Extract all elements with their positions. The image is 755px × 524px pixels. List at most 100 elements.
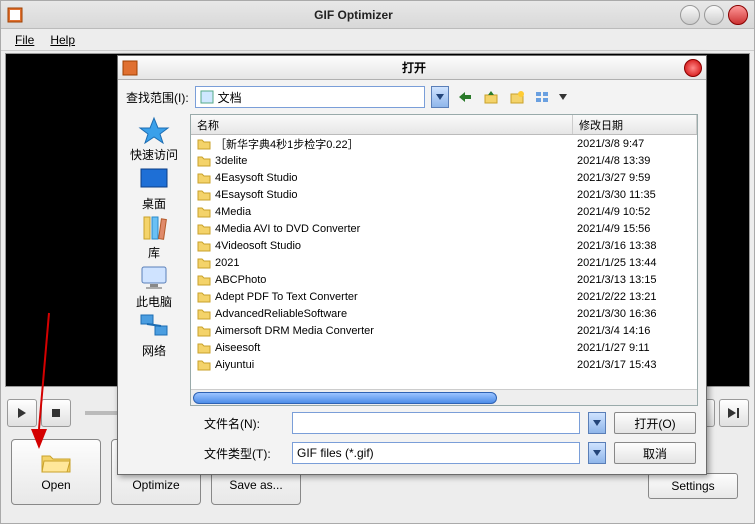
optimize-button-label: Optimize bbox=[132, 478, 179, 492]
item-date: 2021/3/16 13:38 bbox=[573, 240, 697, 252]
filetype-dropdown-button[interactable] bbox=[588, 442, 606, 464]
folder-icon bbox=[197, 240, 211, 252]
item-name: ［新华字典4秒1步检字0.22］ bbox=[215, 136, 573, 152]
filetype-combo[interactable]: GIF files (*.gif) bbox=[292, 442, 580, 464]
main-window: GIF Optimizer File Help Open Optimize bbox=[0, 0, 755, 524]
list-item[interactable]: Aiyuntui2021/3/17 15:43 bbox=[191, 356, 697, 373]
list-item[interactable]: ［新华字典4秒1步检字0.22］2021/3/8 9:47 bbox=[191, 135, 697, 152]
app-title: GIF Optimizer bbox=[31, 8, 676, 22]
window-minimize-button[interactable] bbox=[680, 5, 700, 25]
horizontal-scrollbar[interactable] bbox=[191, 389, 697, 405]
item-date: 2021/2/22 13:21 bbox=[573, 291, 697, 303]
view-menu-dropdown-icon[interactable] bbox=[559, 94, 567, 100]
item-date: 2021/4/8 13:39 bbox=[573, 155, 697, 167]
item-name: 3delite bbox=[215, 155, 573, 167]
menu-help[interactable]: Help bbox=[42, 31, 83, 49]
item-name: 4Easysoft Studio bbox=[215, 172, 573, 184]
item-date: 2021/4/9 10:52 bbox=[573, 206, 697, 218]
dialog-close-button[interactable] bbox=[684, 59, 702, 77]
list-item[interactable]: 20212021/1/25 13:44 bbox=[191, 254, 697, 271]
app-icon bbox=[7, 7, 23, 23]
item-date: 2021/3/27 9:59 bbox=[573, 172, 697, 184]
folder-icon bbox=[197, 257, 211, 269]
item-name: ABCPhoto bbox=[215, 274, 573, 286]
list-item[interactable]: Aiseesoft2021/1/27 9:11 bbox=[191, 339, 697, 356]
folder-icon bbox=[197, 206, 211, 218]
list-item[interactable]: ABCPhoto2021/3/13 13:15 bbox=[191, 271, 697, 288]
list-item[interactable]: 3delite2021/4/8 13:39 bbox=[191, 152, 697, 169]
item-name: 4Media AVI to DVD Converter bbox=[215, 223, 573, 235]
item-name: Aiseesoft bbox=[215, 342, 573, 354]
folder-icon bbox=[197, 155, 211, 167]
column-name[interactable]: 名称 bbox=[191, 115, 573, 134]
item-name: Aiyuntui bbox=[215, 359, 573, 371]
libraries-icon bbox=[138, 214, 170, 242]
dialog-title: 打开 bbox=[144, 59, 684, 76]
list-item[interactable]: 4Media AVI to DVD Converter2021/4/9 15:5… bbox=[191, 220, 697, 237]
computer-icon bbox=[138, 263, 170, 291]
folder-icon bbox=[197, 189, 211, 201]
list-item[interactable]: 4Easysoft Studio2021/3/27 9:59 bbox=[191, 169, 697, 186]
open-file-dialog: 打开 查找范围(I): 文档 快速访问 bbox=[117, 55, 707, 475]
up-folder-icon[interactable] bbox=[481, 87, 501, 107]
scrollbar-thumb[interactable] bbox=[193, 392, 497, 404]
star-icon bbox=[138, 116, 170, 144]
folder-icon bbox=[197, 138, 211, 150]
open-button[interactable]: Open bbox=[11, 439, 101, 505]
item-name: Adept PDF To Text Converter bbox=[215, 291, 573, 303]
item-name: 2021 bbox=[215, 257, 573, 269]
place-desktop[interactable]: 桌面 bbox=[122, 165, 186, 212]
menubar: File Help bbox=[1, 29, 754, 51]
list-header: 名称 修改日期 bbox=[191, 115, 697, 135]
place-network[interactable]: 网络 bbox=[122, 312, 186, 359]
list-item[interactable]: 4Videosoft Studio2021/3/16 13:38 bbox=[191, 237, 697, 254]
desktop-icon bbox=[138, 165, 170, 193]
last-frame-button[interactable] bbox=[719, 399, 749, 427]
column-date[interactable]: 修改日期 bbox=[573, 115, 697, 134]
dialog-open-button[interactable]: 打开(O) bbox=[614, 412, 696, 434]
folder-icon bbox=[197, 359, 211, 371]
item-name: 4Videosoft Studio bbox=[215, 240, 573, 252]
folder-open-icon bbox=[41, 452, 71, 474]
saveas-button-label: Save as... bbox=[229, 478, 282, 492]
item-date: 2021/3/13 13:15 bbox=[573, 274, 697, 286]
view-menu-icon[interactable] bbox=[533, 87, 553, 107]
list-item[interactable]: 4Media2021/4/9 10:52 bbox=[191, 203, 697, 220]
filename-label: 文件名(N): bbox=[204, 415, 284, 432]
filetype-label: 文件类型(T): bbox=[204, 445, 284, 462]
folder-icon bbox=[197, 308, 211, 320]
place-quick-access[interactable]: 快速访问 bbox=[122, 116, 186, 163]
place-this-pc[interactable]: 此电脑 bbox=[122, 263, 186, 310]
item-date: 2021/1/25 13:44 bbox=[573, 257, 697, 269]
open-button-label: Open bbox=[41, 478, 70, 492]
folder-icon bbox=[197, 291, 211, 303]
menu-file[interactable]: File bbox=[7, 31, 42, 49]
back-icon[interactable] bbox=[455, 87, 475, 107]
list-item[interactable]: Aimersoft DRM Media Converter2021/3/4 14… bbox=[191, 322, 697, 339]
list-rows[interactable]: ［新华字典4秒1步检字0.22］2021/3/8 9:473delite2021… bbox=[191, 135, 697, 389]
dialog-bottom: 文件名(N): 打开(O) 文件类型(T): GIF files (*.gif)… bbox=[118, 406, 706, 476]
filename-input[interactable] bbox=[292, 412, 580, 434]
play-button[interactable] bbox=[7, 399, 37, 427]
list-item[interactable]: AdvancedReliableSoftware2021/3/30 16:36 bbox=[191, 305, 697, 322]
list-item[interactable]: Adept PDF To Text Converter2021/2/22 13:… bbox=[191, 288, 697, 305]
new-folder-icon[interactable] bbox=[507, 87, 527, 107]
list-item[interactable]: 4Esaysoft Studio2021/3/30 11:35 bbox=[191, 186, 697, 203]
stop-button[interactable] bbox=[41, 399, 71, 427]
item-name: 4Media bbox=[215, 206, 573, 218]
look-in-dropdown-button[interactable] bbox=[431, 86, 449, 108]
filename-dropdown-button[interactable] bbox=[588, 412, 606, 434]
window-maximize-button[interactable] bbox=[704, 5, 724, 25]
item-date: 2021/3/30 16:36 bbox=[573, 308, 697, 320]
item-name: Aimersoft DRM Media Converter bbox=[215, 325, 573, 337]
dialog-cancel-button[interactable]: 取消 bbox=[614, 442, 696, 464]
look-in-combo[interactable]: 文档 bbox=[195, 86, 425, 108]
window-close-button[interactable] bbox=[728, 5, 748, 25]
titlebar: GIF Optimizer bbox=[1, 1, 754, 29]
folder-icon bbox=[197, 325, 211, 337]
item-date: 2021/3/8 9:47 bbox=[573, 138, 697, 150]
item-date: 2021/3/17 15:43 bbox=[573, 359, 697, 371]
dialog-toolbar: 查找范围(I): 文档 bbox=[118, 80, 706, 114]
place-libraries[interactable]: 库 bbox=[122, 214, 186, 261]
settings-button[interactable]: Settings bbox=[648, 473, 738, 499]
